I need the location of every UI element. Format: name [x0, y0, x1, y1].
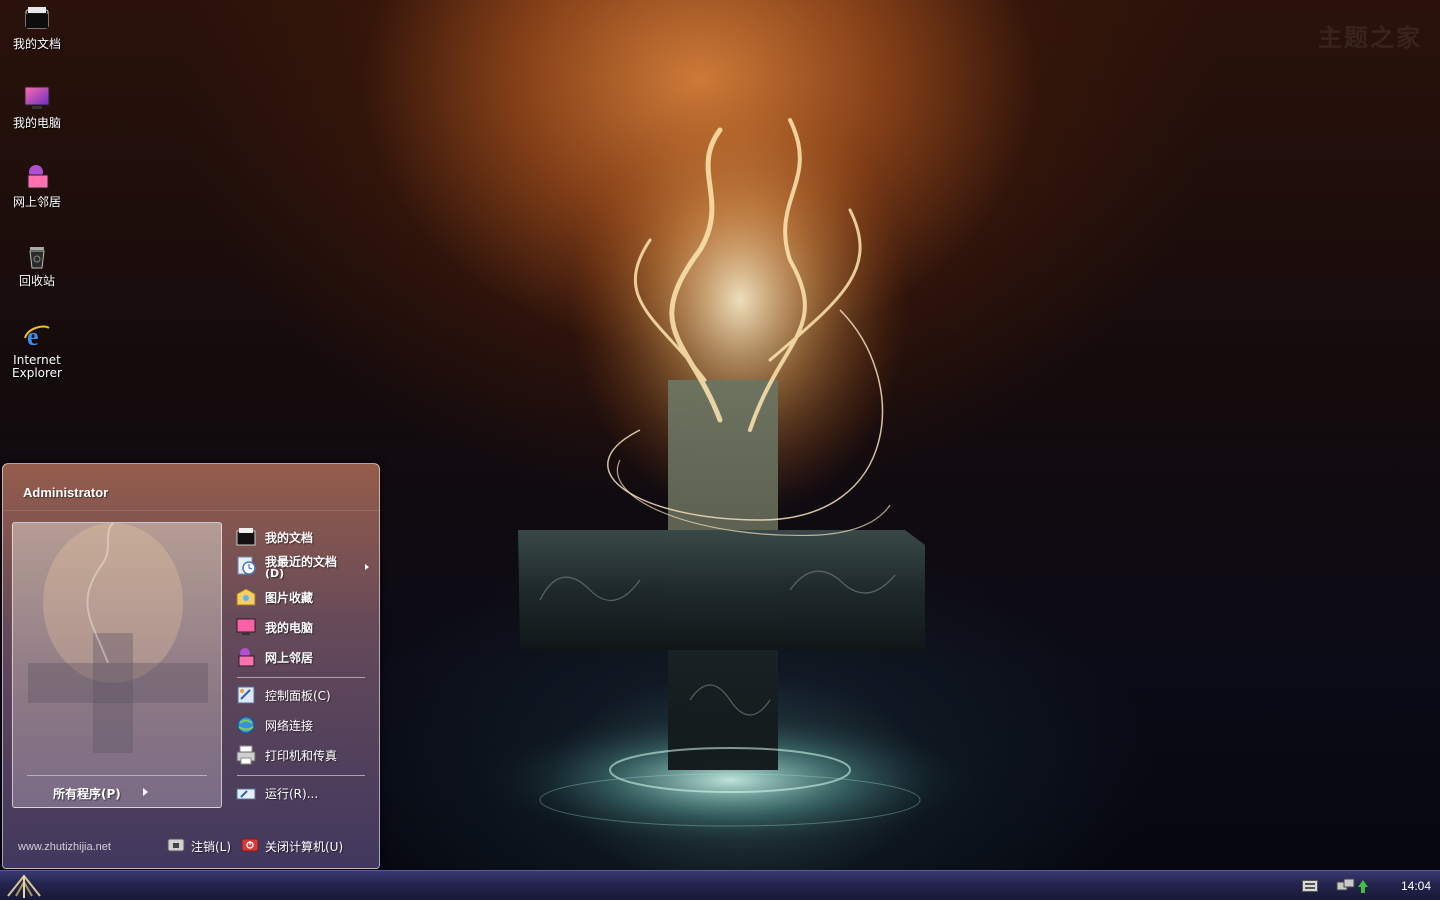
- menu-item-my-computer[interactable]: 我的电脑: [233, 614, 369, 640]
- start-button[interactable]: [2, 872, 46, 900]
- all-programs-label: 所有程序(P): [53, 787, 121, 801]
- menu-separator: [237, 775, 365, 776]
- menu-item-network-connections[interactable]: 网络连接: [233, 712, 369, 738]
- desktop-icon-label: 回收站: [18, 274, 55, 288]
- svg-text:e: e: [27, 322, 39, 350]
- pane-wallpaper-thumbnail: [28, 523, 208, 753]
- network-places-icon: [27, 165, 49, 189]
- chevron-right-icon: [365, 564, 369, 570]
- run-icon: [236, 788, 256, 800]
- desktop-icon-recycle-bin[interactable]: 回收站: [0, 241, 74, 288]
- start-menu-footer: www.zhutizhijia.net 注销(L) 关闭计算机(U): [18, 838, 344, 854]
- all-programs-separator: [27, 775, 207, 776]
- desktop-icon-label: 我的文档: [12, 37, 61, 51]
- menu-item-my-documents[interactable]: 我的文档: [233, 524, 369, 550]
- menu-item-network-places[interactable]: 网上邻居: [233, 644, 369, 670]
- system-tray: 14:04: [1302, 871, 1440, 900]
- all-programs-button[interactable]: 所有程序(P): [53, 785, 148, 803]
- desktop-icon-my-documents[interactable]: 我的文档: [0, 4, 74, 51]
- my-documents-icon: [25, 7, 49, 29]
- network-places-icon: [238, 648, 255, 667]
- desktop-icon-internet-explorer[interactable]: e Internet Explorer: [0, 320, 74, 380]
- taskbar-clock[interactable]: 14:04: [1401, 879, 1431, 893]
- menu-separator: [237, 677, 365, 678]
- start-menu-header: Administrator: [3, 464, 379, 511]
- internet-explorer-icon: e: [24, 322, 50, 350]
- desktop-icon-network-places[interactable]: 网上邻居: [0, 162, 74, 209]
- desktop: 主题之家 我的文档 我的电脑 网上邻居 回收站 e Internet Explo…: [0, 0, 1440, 900]
- desktop-icon-label: 网上邻居: [12, 195, 61, 209]
- wallpaper-watermark: 主题之家: [1318, 24, 1422, 52]
- menu-item-run[interactable]: 运行(R)...: [233, 780, 369, 806]
- chevron-right-icon: [143, 788, 148, 796]
- control-panel-icon: [237, 686, 255, 704]
- printers-faxes-icon: [236, 745, 256, 765]
- recycle-bin-icon: [29, 247, 45, 269]
- menu-item-my-pictures[interactable]: 图片收藏: [233, 584, 369, 610]
- safely-remove-hardware-icon[interactable]: [1356, 877, 1370, 895]
- keyboard-icon[interactable]: [1302, 880, 1318, 892]
- desktop-icon-label: Internet Explorer: [12, 353, 62, 380]
- lock-icon: [167, 838, 185, 852]
- power-icon: [241, 838, 259, 852]
- taskbar: 14:04: [0, 870, 1440, 900]
- network-connections-icon: [237, 716, 255, 734]
- my-pictures-icon: [236, 588, 256, 606]
- system-places-pane: 我的文档 我最近的文档 (D) 图片收藏 我的电脑 网上邻居 控制面板(C) 网…: [229, 522, 373, 812]
- start-menu: Administrator 所有程序(P) 我的文档 我最近的文档 (D) 图片…: [2, 463, 380, 869]
- my-computer-icon: [24, 86, 50, 109]
- desktop-icon-label: 我的电脑: [12, 116, 61, 130]
- my-computer-icon: [236, 618, 256, 635]
- website-link: www.zhutizhijia.net: [18, 841, 111, 853]
- menu-item-printers-faxes[interactable]: 打印机和传真: [233, 742, 369, 768]
- start-logo-icon: [7, 874, 41, 898]
- my-documents-icon: [236, 528, 256, 546]
- recent-documents-icon: [237, 556, 256, 575]
- pinned-programs-pane: 所有程序(P): [12, 522, 222, 808]
- user-name: Administrator: [23, 485, 109, 500]
- network-status-icon[interactable]: [1336, 877, 1356, 895]
- desktop-icon-my-computer[interactable]: 我的电脑: [0, 83, 74, 130]
- menu-item-recent-documents[interactable]: 我最近的文档 (D): [233, 552, 369, 582]
- menu-item-control-panel[interactable]: 控制面板(C): [233, 682, 369, 708]
